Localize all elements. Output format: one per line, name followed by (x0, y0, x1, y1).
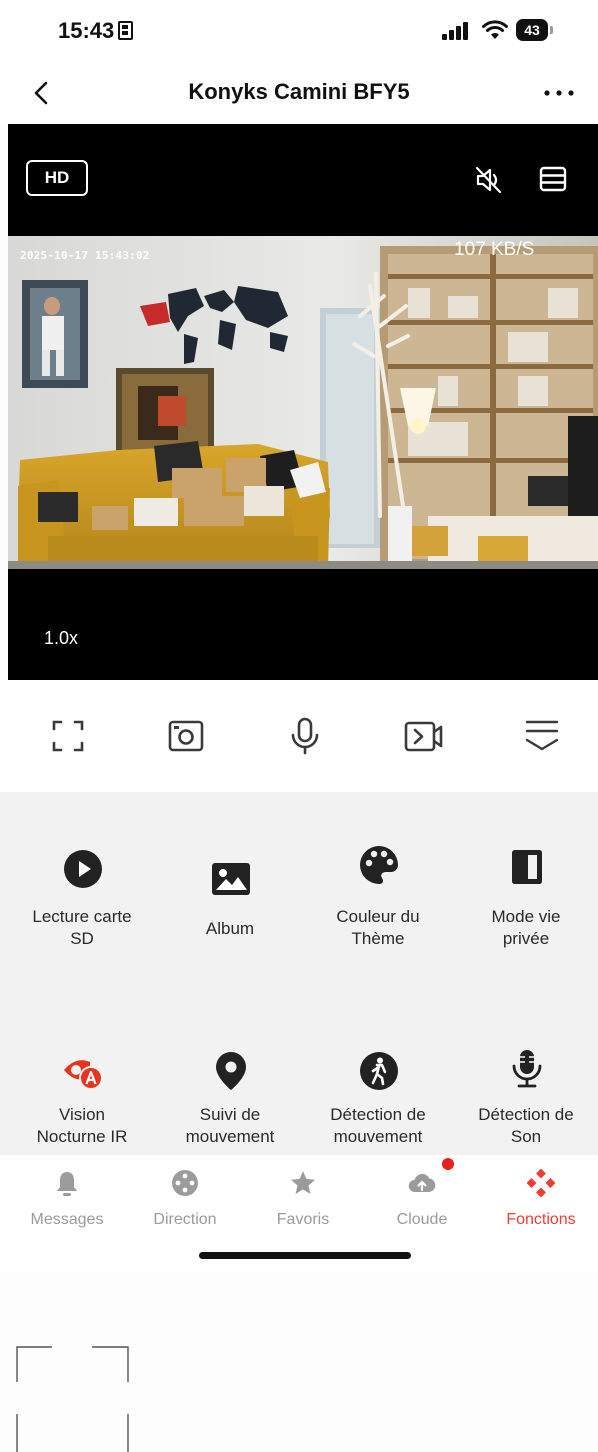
function-label: Couleur du Thème (336, 907, 420, 948)
sound-muted-icon[interactable] (472, 164, 506, 196)
status-bar: 15:43 43 (0, 0, 598, 62)
battery-level: 43 (524, 22, 540, 38)
function-motion-tracking[interactable]: Suivi de mouvement (156, 1046, 304, 1155)
function-ir-night-vision[interactable]: Vision Nocturne IR (8, 1046, 156, 1155)
function-sd-card-playback[interactable]: Lecture carte SD (8, 840, 156, 960)
stream-speed: 107 KB/S (454, 239, 535, 260)
location-pin-icon (216, 1052, 246, 1090)
page-title: Konyks Camini BFY5 (188, 79, 410, 104)
function-sound-detection[interactable]: Détection de Son (452, 1046, 598, 1155)
function-label: Lecture carte SD (32, 907, 132, 948)
tab-label: Cloude (396, 1211, 448, 1228)
tab-cloud[interactable]: Cloude (362, 1163, 482, 1233)
tab-label: Direction (153, 1211, 217, 1228)
cellular-signal-icon (442, 22, 470, 40)
hd-quality-button[interactable]: HD (26, 160, 88, 196)
tab-favorites[interactable]: Favoris (243, 1163, 363, 1233)
night-vision-icon (64, 1060, 103, 1090)
function-motion-detection[interactable]: Détection de mouvement (304, 1046, 452, 1155)
tab-label: Favoris (276, 1211, 330, 1228)
function-label: Album (205, 919, 255, 938)
wifi-icon (482, 20, 508, 39)
tab-messages[interactable]: Messages (7, 1163, 127, 1233)
function-theme-color[interactable]: Couleur du Thème (304, 840, 452, 960)
function-label: Détection de mouvement (330, 1105, 426, 1146)
functions-panel: Lecture carte SD Album Couleur du Thème Mo… (0, 792, 598, 1155)
microphone-icon[interactable] (285, 716, 325, 756)
notification-badge (442, 1158, 454, 1170)
video-timestamp: 2025-10-17 15:43:02 (20, 249, 150, 262)
id-card-icon (118, 21, 133, 40)
functions-grid-icon (527, 1169, 555, 1197)
cloud-upload-icon (408, 1173, 436, 1193)
function-privacy-mode[interactable]: Mode vie privée (452, 840, 598, 960)
palette-icon (360, 846, 398, 884)
viewfinder-frame-icon (16, 1346, 129, 1452)
bell-icon (57, 1172, 77, 1196)
home-indicator[interactable] (199, 1252, 411, 1259)
dpad-icon (172, 1170, 198, 1196)
tab-label: Messages (30, 1211, 104, 1228)
live-video-player[interactable]: HD 2025-10-17 15:43:02 107 KB/S 1.0x (8, 124, 598, 680)
tab-direction[interactable]: Direction (125, 1163, 245, 1233)
tab-label: Fonctions (506, 1211, 576, 1228)
podcast-microphone-icon (512, 1050, 542, 1088)
record-video-icon[interactable] (404, 716, 444, 756)
more-options-icon[interactable] (540, 78, 580, 108)
fullscreen-icon[interactable] (48, 716, 88, 756)
camera-feed-image (8, 236, 598, 569)
battery-indicator: 43 (516, 19, 553, 41)
function-label: Détection de Son (478, 1105, 574, 1146)
screenshot-icon[interactable] (166, 716, 206, 756)
walking-person-icon (360, 1052, 398, 1090)
image-icon (212, 863, 250, 895)
function-label: Suivi de mouvement (185, 1105, 275, 1146)
function-label: Mode vie privée (491, 907, 561, 948)
layout-list-icon[interactable] (538, 164, 568, 194)
tab-functions[interactable]: Fonctions (481, 1163, 598, 1233)
nav-header: Konyks Camini BFY5 (0, 62, 598, 124)
shield-half-icon (512, 850, 542, 884)
status-time: 15:43 (58, 18, 115, 43)
zoom-level: 1.0x (44, 628, 79, 648)
video-control-toolbar (0, 680, 598, 792)
function-label: Vision Nocturne IR (36, 1105, 128, 1146)
play-circle-icon (64, 850, 102, 888)
collapse-icon[interactable] (522, 716, 562, 756)
star-icon (291, 1171, 315, 1194)
function-album[interactable]: Album (156, 840, 304, 960)
